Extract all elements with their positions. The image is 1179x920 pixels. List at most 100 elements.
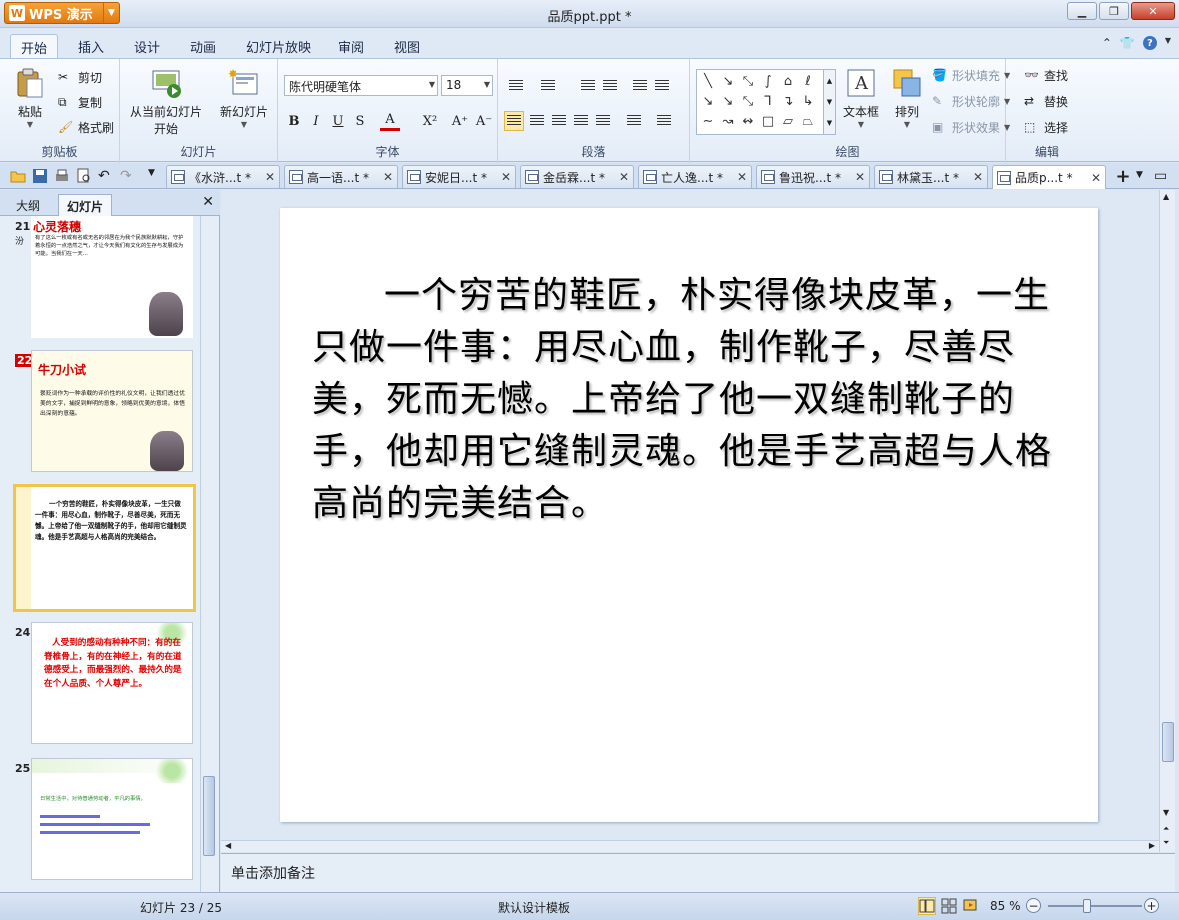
- shapes-gallery[interactable]: ╲ ↘ ⤡ ∫ ⌂ ℓ ↘ ↘ ⤡ ⅂ ↴ ↳ ∼ ↝ ↭ □ ▱ ⏢ ▲ ▼ ▼: [696, 69, 836, 135]
- connector-shape-icon[interactable]: ↘: [699, 92, 717, 110]
- close-tab-icon[interactable]: ✕: [383, 170, 393, 184]
- copy-button[interactable]: ⧉ 复制: [58, 94, 102, 111]
- open-folder-icon[interactable]: [10, 168, 26, 184]
- tab-outline[interactable]: 大纲: [8, 194, 48, 216]
- horizontal-scrollbar[interactable]: ◀ ▶: [221, 840, 1159, 852]
- elbow-connector-shape-icon[interactable]: ⅂: [759, 92, 777, 110]
- vertical-scroll-thumb[interactable]: [1162, 722, 1174, 762]
- slide-body-text[interactable]: 一个穷苦的鞋匠，朴实得像块皮革，一生只做一件事：用尽心血，制作靴子，尽善尽美，死…: [312, 270, 1072, 530]
- line-spacing-button[interactable]: [624, 111, 644, 131]
- slide-thumbnail-selected[interactable]: 一个穷苦的鞋匠，朴实得像块皮革，一生只做一件事：用尽心血，制作靴子，尽善尽美，死…: [13, 484, 196, 612]
- align-text-button[interactable]: [652, 76, 672, 96]
- redo-icon[interactable]: ↷: [120, 168, 136, 184]
- select-button[interactable]: ⬚ 选择: [1024, 119, 1068, 136]
- curved-double-arrow-shape-icon[interactable]: ↭: [739, 112, 757, 130]
- collapse-ribbon-icon[interactable]: ⌃: [1102, 36, 1112, 50]
- arrow-shape-icon[interactable]: ↘: [719, 72, 737, 90]
- zoom-out-button[interactable]: −: [1026, 898, 1041, 913]
- shape-effects-button[interactable]: ▣ 形状效果 ▼: [932, 119, 1010, 136]
- bullet-list-button[interactable]: [506, 76, 526, 96]
- slide-thumbnail[interactable]: 牛刀小试 褒贬词作为一种承载的评价性的礼仪文明，让我们透过优美的文字，捕捉到鲜明…: [31, 350, 193, 472]
- text-direction-button[interactable]: [630, 76, 650, 96]
- rectangle-shape-icon[interactable]: □: [759, 112, 777, 130]
- font-name-combobox[interactable]: 陈代明硬笔体 ▼: [284, 75, 438, 96]
- superscript-button[interactable]: X²: [420, 111, 440, 131]
- italic-button[interactable]: I: [306, 111, 326, 131]
- doc-tab[interactable]: 金岳霖...t * ✕: [520, 165, 634, 188]
- tab-insert[interactable]: 插入: [68, 34, 114, 58]
- doc-tab[interactable]: 亡人逸...t * ✕: [638, 165, 752, 188]
- tab-view[interactable]: 视图: [384, 34, 430, 58]
- font-size-dropdown-icon[interactable]: ▼: [484, 80, 490, 89]
- zoom-in-button[interactable]: +: [1144, 898, 1159, 913]
- close-tab-icon[interactable]: ✕: [501, 170, 511, 184]
- slide-thumbnail[interactable]: 心灵落穗 有了这么一枚或有名或无名的邻居在为我个民族默默耕耘，守护着永恒的一点浩…: [31, 216, 193, 338]
- tab-home[interactable]: 开始: [10, 34, 59, 58]
- close-pane-icon[interactable]: ✕: [202, 194, 214, 210]
- format-painter-button[interactable]: 🖌 格式刷: [58, 119, 114, 136]
- arrange-button[interactable]: 排列 ▼: [891, 67, 923, 129]
- doc-tab[interactable]: 高一语...t * ✕: [284, 165, 398, 188]
- curved-connector-shape-icon[interactable]: ∼: [699, 112, 717, 130]
- tab-review[interactable]: 审阅: [328, 34, 374, 58]
- slide-thumbnail[interactable]: 人受到的感动有种种不同：有的在脊椎骨上，有的在神经上，有的在道德感受上，而最强烈…: [31, 622, 193, 744]
- close-tab-icon[interactable]: ✕: [1091, 171, 1101, 185]
- font-color-button[interactable]: A: [380, 111, 400, 131]
- doc-tab[interactable]: 《水浒...t * ✕: [166, 165, 280, 188]
- shrink-font-button[interactable]: A⁻: [474, 111, 494, 131]
- undo-icon[interactable]: ↶: [98, 168, 114, 184]
- connector-double-arrow-shape-icon[interactable]: ⤡: [739, 92, 757, 110]
- scroll-right-icon[interactable]: ▶: [1149, 841, 1155, 850]
- freeform-shape-icon[interactable]: ⌂: [779, 72, 797, 90]
- replace-button[interactable]: ⇄ 替换: [1024, 93, 1068, 110]
- text-shadow-button[interactable]: S: [350, 111, 370, 131]
- tab-slides[interactable]: 幻灯片: [58, 194, 113, 216]
- play-from-current-button[interactable]: 从当前幻灯片 开始: [130, 67, 202, 137]
- save-icon[interactable]: [32, 168, 48, 184]
- increase-indent-button[interactable]: [600, 76, 620, 96]
- bold-button[interactable]: B: [284, 111, 304, 131]
- doc-tab[interactable]: 安妮日...t * ✕: [402, 165, 516, 188]
- double-arrow-shape-icon[interactable]: ⤡: [739, 72, 757, 90]
- parallelogram-shape-icon[interactable]: ▱: [779, 112, 797, 130]
- close-tab-icon[interactable]: ✕: [265, 170, 275, 184]
- help-dropdown-icon[interactable]: ▼: [1165, 36, 1171, 50]
- slide-sorter-view-icon[interactable]: [940, 897, 958, 915]
- decrease-indent-button[interactable]: [578, 76, 598, 96]
- paste-button[interactable]: 粘贴 ▼: [14, 67, 46, 129]
- previous-slide-icon[interactable]: ⏶: [1163, 824, 1169, 834]
- tab-layout-icon[interactable]: ▭: [1154, 168, 1170, 184]
- font-name-dropdown-icon[interactable]: ▼: [429, 80, 435, 89]
- current-slide[interactable]: 一个穷苦的鞋匠，朴实得像块皮革，一生只做一件事：用尽心血，制作靴子，尽善尽美，死…: [280, 208, 1098, 822]
- notes-pane[interactable]: 单击添加备注: [221, 853, 1175, 892]
- elbow-double-arrow-shape-icon[interactable]: ↳: [799, 92, 817, 110]
- find-button[interactable]: 👓 查找: [1024, 67, 1068, 84]
- maximize-button[interactable]: ❐: [1099, 2, 1129, 20]
- tab-list-dropdown-icon[interactable]: ▼: [1136, 170, 1152, 186]
- scroll-up-icon[interactable]: ▲: [1163, 192, 1169, 201]
- tab-animation[interactable]: 动画: [180, 34, 226, 58]
- align-right-button[interactable]: [549, 111, 569, 131]
- justify-button[interactable]: [571, 111, 591, 131]
- pane-scrollbar[interactable]: [200, 216, 216, 892]
- skin-shirt-icon[interactable]: 👕: [1120, 36, 1135, 50]
- print-icon[interactable]: [54, 168, 70, 184]
- doc-tab-active[interactable]: 品质p...t * ✕: [992, 165, 1106, 189]
- print-preview-icon[interactable]: [76, 168, 92, 184]
- gallery-up-icon[interactable]: ▲: [827, 77, 832, 85]
- new-tab-button[interactable]: +: [1112, 166, 1134, 187]
- underline-button[interactable]: U: [328, 111, 348, 131]
- close-tab-icon[interactable]: ✕: [855, 170, 865, 184]
- gallery-expand-icon[interactable]: ▼: [827, 119, 832, 127]
- zoom-slider[interactable]: [1048, 905, 1142, 907]
- gallery-scroll[interactable]: ▲ ▼ ▼: [823, 70, 835, 134]
- minimize-button[interactable]: ▁: [1067, 2, 1097, 20]
- font-size-combobox[interactable]: 18 ▼: [441, 75, 493, 96]
- scroll-left-icon[interactable]: ◀: [225, 841, 231, 850]
- align-center-button[interactable]: [527, 111, 547, 131]
- connector-arrow-shape-icon[interactable]: ↘: [719, 92, 737, 110]
- elbow-arrow-shape-icon[interactable]: ↴: [779, 92, 797, 110]
- shape-outline-button[interactable]: ✎ 形状轮廓 ▼: [932, 93, 1010, 110]
- doc-tab[interactable]: 林黛玉...t * ✕: [874, 165, 988, 188]
- curved-arrow-shape-icon[interactable]: ↝: [719, 112, 737, 130]
